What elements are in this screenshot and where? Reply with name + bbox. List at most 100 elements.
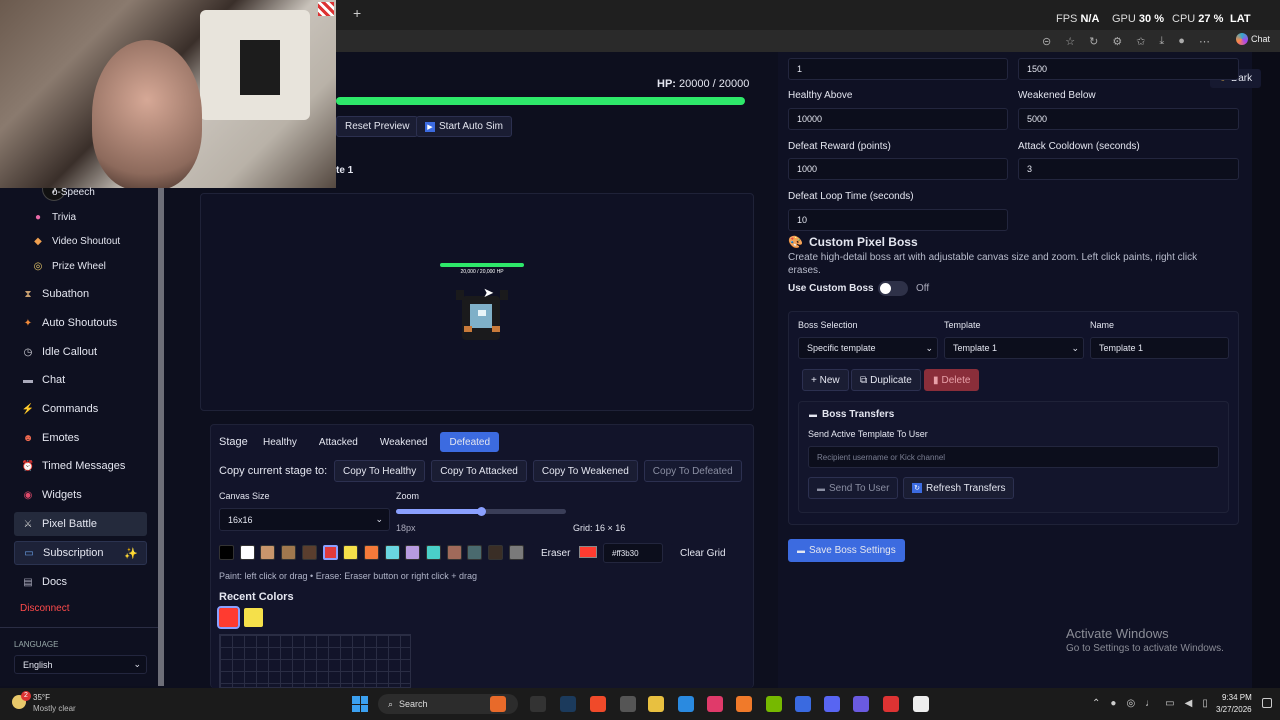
name-input[interactable]: Template 1 — [1090, 337, 1229, 359]
tiktok-app-icon[interactable] — [707, 696, 723, 712]
file-explorer-icon[interactable] — [530, 696, 546, 712]
clock-time[interactable]: 9:34 PM — [1222, 693, 1252, 702]
sidebar-item-pixel-battle[interactable]: ⚔ Pixel Battle — [14, 512, 147, 536]
palette-swatch[interactable] — [488, 545, 504, 560]
sidebar-item-o-speech[interactable]: o-Speech — [24, 180, 146, 204]
palette-swatch[interactable] — [281, 545, 297, 560]
palette-swatch[interactable] — [405, 545, 421, 560]
attack-cooldown-input[interactable]: 3 — [1018, 158, 1239, 180]
current-color-picker[interactable] — [579, 546, 597, 558]
save-boss-settings-button[interactable]: ▬ Save Boss Settings — [788, 539, 905, 562]
color-hex-input[interactable]: #ff3b30 — [603, 543, 663, 563]
palette-swatch[interactable] — [301, 545, 317, 560]
weather-temp[interactable]: 35°F — [33, 693, 50, 702]
download-icon[interactable]: ⤓ — [1159, 35, 1164, 48]
recent-color-swatch[interactable] — [217, 606, 240, 629]
extensions-icon[interactable]: ⚙ — [1112, 35, 1122, 48]
defeat-loop-input[interactable]: 10 — [788, 209, 1008, 231]
palette-swatch[interactable] — [384, 545, 400, 560]
steam-icon[interactable] — [560, 696, 576, 712]
edge-icon[interactable] — [678, 696, 694, 712]
star-icon[interactable]: ☆ — [1065, 35, 1075, 48]
duplicate-template-button[interactable]: ⧉ Duplicate — [851, 369, 921, 391]
palette-swatch[interactable] — [363, 545, 379, 560]
new-tab-button[interactable]: + — [353, 5, 361, 21]
template-select[interactable]: Template 1 ⌄ — [944, 337, 1084, 359]
recipient-input[interactable]: Recipient username or Kick channel — [808, 446, 1219, 468]
discord-icon[interactable] — [824, 696, 840, 712]
palette-swatch[interactable] — [219, 545, 234, 560]
zoom-slider-handle[interactable] — [477, 507, 486, 516]
scrollbar-thumb[interactable] — [1270, 52, 1276, 688]
copy-to-healthy-button[interactable]: Copy To Healthy — [334, 460, 426, 482]
firefox-icon[interactable] — [736, 696, 752, 712]
extension-icon[interactable]: ⊝ — [1042, 35, 1051, 48]
mic-icon[interactable]: ♩ — [1145, 698, 1155, 709]
boss-selection-select[interactable]: Specific template ⌄ — [798, 337, 938, 359]
sidebar-item-timed-messages[interactable]: ⏰ Timed Messages — [14, 454, 147, 478]
reset-preview-button[interactable]: Reset Preview — [336, 116, 419, 137]
stage-tab-defeated[interactable]: Defeated — [440, 432, 500, 452]
favorites-icon[interactable]: ✩ — [1136, 35, 1145, 48]
disconnect-button[interactable]: Disconnect — [20, 603, 69, 614]
volume-icon[interactable]: ◀ — [1185, 698, 1193, 709]
folder-icon[interactable] — [648, 696, 664, 712]
palette-swatch[interactable] — [426, 545, 441, 560]
sidebar-item-trivia[interactable]: ● Trivia — [24, 205, 146, 229]
palette-swatch[interactable] — [508, 545, 524, 560]
language-select[interactable]: English ⌄ — [14, 655, 147, 674]
stage-tab-weakened[interactable]: Weakened — [370, 432, 437, 452]
sidebar-item-docs[interactable]: ▤ Docs — [14, 570, 147, 594]
sidebar-item-idle-callout[interactable]: ◷ Idle Callout — [14, 340, 147, 364]
recent-color-swatch[interactable] — [244, 608, 263, 627]
defeat-reward-input[interactable]: 1000 — [788, 158, 1008, 180]
sidebar-item-widgets[interactable]: ◉ Widgets — [14, 483, 147, 507]
delete-template-button[interactable]: ▮ Delete — [924, 369, 980, 391]
palette-swatch[interactable] — [239, 545, 255, 560]
field-row0-right[interactable]: 1500 — [1018, 58, 1239, 80]
refresh-transfers-button[interactable]: ↻ Refresh Transfers — [903, 477, 1015, 499]
copy-to-weakened-button[interactable]: Copy To Weakened — [532, 460, 638, 482]
steam-tray-icon[interactable]: ● — [1110, 698, 1116, 709]
menu-icon[interactable]: ⋯ — [1199, 35, 1210, 48]
notification-icon[interactable] — [1262, 698, 1272, 708]
refresh-icon[interactable]: ↻ — [1089, 35, 1098, 48]
pixel-grid[interactable] — [219, 634, 411, 688]
sidebar-item-emotes[interactable]: ☻ Emotes — [14, 426, 147, 450]
field-row0-left[interactable]: 1 — [788, 58, 1008, 80]
battery-icon[interactable]: ▯ — [1202, 698, 1208, 709]
palette-swatch[interactable] — [260, 545, 276, 560]
stage-tab-healthy[interactable]: Healthy — [254, 432, 306, 452]
wifi-icon[interactable]: ◎ — [1126, 698, 1135, 709]
sidebar-item-auto-shoutouts[interactable]: ✦ Auto Shoutouts — [14, 311, 147, 335]
copy-to-defeated-button[interactable]: Copy To Defeated — [643, 460, 742, 482]
sidebar-item-subathon[interactable]: ⧗ Subathon — [14, 282, 147, 306]
red-app-icon[interactable] — [883, 696, 899, 712]
sidebar-scrollbar[interactable] — [158, 188, 164, 686]
nvidia-icon[interactable] — [766, 696, 782, 712]
chevron-up-icon[interactable]: ⌃ — [1092, 698, 1100, 709]
obs-icon[interactable] — [620, 696, 636, 712]
new-template-button[interactable]: + New — [802, 369, 849, 391]
sidebar-item-commands[interactable]: ⚡ Commands — [14, 397, 147, 421]
sidebar-item-video-shoutout[interactable]: ◆ Video Shoutout — [24, 229, 146, 253]
palette-swatch[interactable] — [322, 545, 338, 560]
firefox-orange-icon[interactable] — [490, 696, 506, 712]
copilot-chat-button[interactable]: Chat — [1236, 33, 1270, 45]
send-to-user-button[interactable]: ▬ Send To User — [808, 477, 899, 499]
eraser-button[interactable]: Eraser — [532, 543, 580, 563]
use-custom-boss-toggle[interactable] — [878, 281, 908, 296]
sidebar-item-chat[interactable]: ▬ Chat — [14, 368, 147, 392]
start-icon[interactable] — [352, 696, 368, 712]
sidebar-item-prize-wheel[interactable]: ◎ Prize Wheel — [24, 254, 146, 278]
profile-icon[interactable]: ● — [1178, 35, 1185, 48]
display-icon[interactable]: ▭ — [1165, 698, 1174, 709]
app-icon[interactable] — [795, 696, 811, 712]
palette-swatch[interactable] — [467, 545, 483, 560]
start-auto-sim-button[interactable]: ▶ Start Auto Sim — [416, 116, 512, 137]
github-icon[interactable] — [913, 696, 929, 712]
grid-app-icon[interactable] — [853, 696, 869, 712]
clear-grid-button[interactable]: Clear Grid — [671, 543, 735, 563]
copy-to-attacked-button[interactable]: Copy To Attacked — [431, 460, 527, 482]
sidebar-item-subscription[interactable]: ▭ Subscription ✨ — [14, 541, 147, 565]
